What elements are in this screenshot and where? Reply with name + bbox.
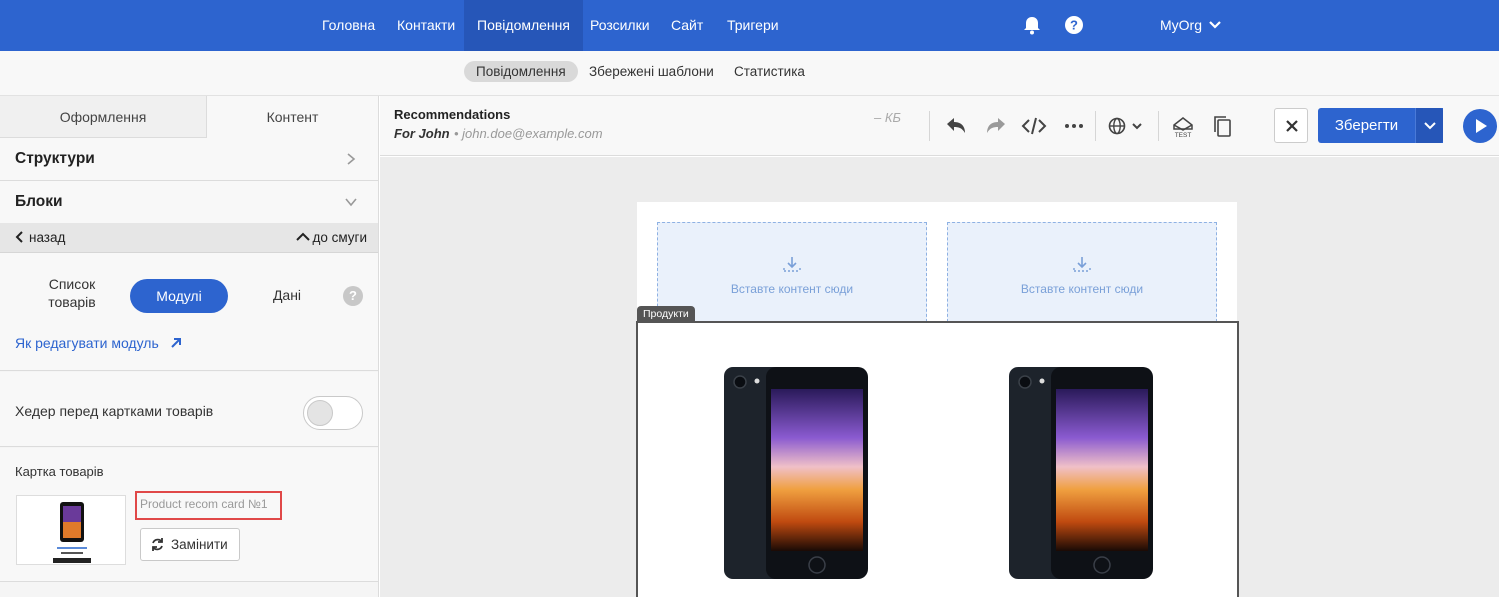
- subnav-messages[interactable]: Повідомлення: [464, 61, 578, 82]
- nav-messages[interactable]: Повідомлення: [464, 0, 583, 51]
- nav-home[interactable]: Головна: [309, 0, 388, 51]
- mode-product-list[interactable]: Список товарів: [38, 275, 106, 311]
- message-name[interactable]: Recommendations: [394, 107, 510, 122]
- toolbar-divider: [1158, 111, 1159, 141]
- header-before-cards-toggle[interactable]: [303, 396, 363, 430]
- org-name[interactable]: MyOrg: [1160, 0, 1202, 51]
- header-before-cards-row: Хедер перед картками товарів: [0, 372, 378, 447]
- subnav-saved-templates[interactable]: Збережені шаблони: [577, 61, 726, 82]
- send-test-button[interactable]: [1463, 109, 1497, 143]
- play-icon: [1476, 119, 1487, 133]
- replace-button[interactable]: Замінити: [140, 528, 240, 561]
- insert-icon: [783, 257, 801, 272]
- nav-site[interactable]: Сайт: [658, 0, 716, 51]
- chevron-left-icon: [15, 231, 23, 243]
- back-label: назад: [29, 230, 66, 245]
- product-image-phone[interactable]: [1009, 367, 1155, 581]
- product-image-phone[interactable]: [724, 367, 870, 581]
- save-label: Зберегти: [1334, 117, 1399, 134]
- drop-zone-right[interactable]: Вставте контент сюди: [947, 222, 1217, 322]
- mode-data[interactable]: Дані: [264, 287, 310, 303]
- insert-icon: [1073, 257, 1091, 272]
- test-icon[interactable]: TEST: [1170, 113, 1196, 139]
- save-options-button[interactable]: [1415, 108, 1443, 143]
- mode-modules[interactable]: Модулі: [130, 279, 228, 313]
- undo-icon[interactable]: [943, 113, 969, 139]
- tab-content[interactable]: Контент: [207, 96, 378, 138]
- product-card-row: Картка товарів Product recom card №1 Зам…: [0, 448, 378, 582]
- header-before-cards-label: Хедер перед картками товарів: [15, 403, 214, 419]
- chevron-down-icon: [345, 198, 357, 207]
- message-size: – КБ: [874, 110, 901, 125]
- close-icon: [1286, 120, 1298, 132]
- products-block[interactable]: [636, 321, 1239, 597]
- globe-icon[interactable]: [1106, 113, 1146, 139]
- close-button[interactable]: [1274, 108, 1308, 143]
- mode-switcher: Список товарів Модулі Дані ? Як редагува…: [0, 253, 378, 371]
- svg-text:?: ?: [1070, 18, 1078, 33]
- product-card-thumbnail[interactable]: [16, 495, 126, 565]
- to-strip-button[interactable]: до смуги: [296, 230, 367, 245]
- back-bar: назад до смуги: [0, 223, 378, 253]
- refresh-icon: [152, 538, 163, 551]
- more-icon[interactable]: [1061, 113, 1087, 139]
- section-structures-title: Структури: [15, 150, 95, 167]
- replace-label: Замінити: [171, 537, 228, 552]
- editor-canvas: Вставте контент сюди Вставте контент сюд…: [380, 157, 1499, 597]
- back-button[interactable]: назад: [15, 230, 65, 245]
- to-strip-label: до смуги: [312, 230, 367, 245]
- help-icon[interactable]: ?: [1063, 14, 1085, 36]
- bell-icon[interactable]: [1021, 14, 1043, 36]
- nav-contacts[interactable]: Контакти: [384, 0, 468, 51]
- redo-icon[interactable]: [983, 113, 1009, 139]
- recipient-name: For John: [394, 126, 450, 141]
- left-panel: Оформлення Контент Структури Блоки назад…: [0, 96, 379, 597]
- section-structures[interactable]: Структури: [0, 138, 378, 181]
- how-to-edit-link[interactable]: Як редагувати модуль: [15, 335, 183, 351]
- section-blocks-title: Блоки: [15, 193, 63, 210]
- top-navigation: Головна Контакти Повідомлення Розсилки С…: [0, 0, 1499, 51]
- how-to-edit-label: Як редагувати модуль: [15, 335, 159, 351]
- tab-design[interactable]: Оформлення: [0, 96, 207, 138]
- toolbar-divider: [929, 111, 930, 141]
- product-card-label: Картка товарів: [15, 464, 104, 479]
- panel-tabs: Оформлення Контент: [0, 96, 378, 138]
- editor-header: Recommendations For John • john.doe@exam…: [380, 96, 1499, 156]
- toggle-knob: [307, 400, 333, 426]
- toolbar-divider: [1095, 111, 1096, 141]
- card-name-field[interactable]: Product recom card №1: [135, 491, 282, 520]
- help-icon[interactable]: ?: [343, 286, 363, 306]
- chevron-down-icon[interactable]: [1208, 18, 1222, 32]
- card-preview-image: [53, 502, 91, 563]
- chevron-down-icon: [1424, 122, 1436, 130]
- test-label: TEST: [1175, 132, 1192, 139]
- nav-mailings[interactable]: Розсилки: [577, 0, 663, 51]
- recipient-email-value: john.doe@example.com: [462, 126, 603, 141]
- nav-triggers[interactable]: Тригери: [714, 0, 792, 51]
- external-link-icon: [170, 338, 181, 348]
- drop-zone-text: Вставте контент сюди: [730, 282, 854, 296]
- drop-zone-text: Вставте контент сюди: [1020, 282, 1144, 296]
- code-icon[interactable]: [1021, 113, 1047, 139]
- section-blocks[interactable]: Блоки: [0, 181, 378, 224]
- subnav-statistics[interactable]: Статистика: [722, 61, 817, 82]
- sub-navigation: Повідомлення Збережені шаблони Статистик…: [0, 51, 1499, 96]
- chevron-right-icon: [347, 153, 356, 165]
- recipient-email: • john.doe@example.com: [454, 126, 603, 141]
- chevron-up-icon: [296, 232, 311, 241]
- copy-icon[interactable]: [1210, 113, 1236, 139]
- drop-zone-left[interactable]: Вставте контент сюди: [657, 222, 927, 322]
